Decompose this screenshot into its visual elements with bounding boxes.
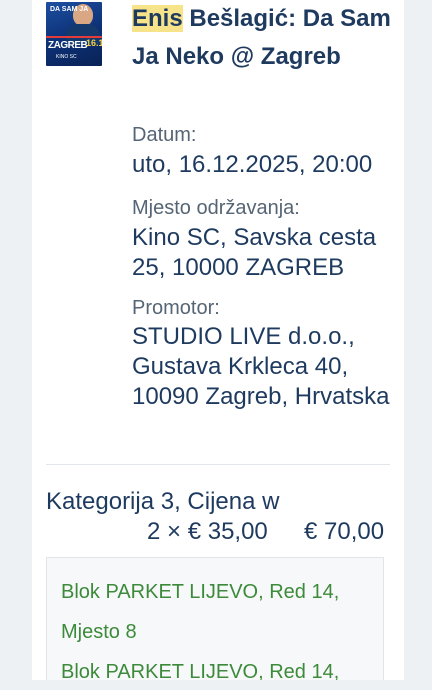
event-title-highlight: Enis bbox=[132, 5, 183, 32]
promoter-value: STUDIO LIVE d.o.o., Gustava Krkleca 40, … bbox=[132, 323, 390, 410]
ticket-category: Kategorija 3, Cijena w bbox=[46, 488, 280, 515]
ticket-quantity-price: 2 × € 35,00 bbox=[147, 518, 268, 545]
venue-value: Kino SC, Savska cesta 25, 10000 ZAGREB bbox=[132, 224, 377, 281]
ticket-total: € 70,00 bbox=[304, 518, 385, 545]
poster-top-text: DA SAM JA bbox=[50, 6, 89, 13]
poster-city: ZAGREB bbox=[48, 40, 88, 51]
date-label: Datum: bbox=[132, 124, 197, 146]
event-poster-image[interactable]: DA SAM JA ZAGREB 16.12 KINO SC bbox=[46, 2, 102, 66]
promoter-label: Promotor: bbox=[132, 297, 220, 319]
seat-list: Blok PARKET LIJEVO, Red 14, Mjesto 8 Blo… bbox=[46, 557, 384, 680]
section-divider bbox=[46, 464, 390, 465]
date-value: uto, 16.12.2025, 20:00 bbox=[132, 151, 373, 178]
poster-date: 16.12 bbox=[86, 38, 102, 48]
seat-item: Blok PARKET LIJEVO, Red 14, Mjesto 8 bbox=[61, 581, 340, 643]
poster-venue: KINO SC bbox=[56, 54, 77, 60]
venue-label: Mjesto održavanja: bbox=[132, 197, 300, 219]
seat-item: Blok PARKET LIJEVO, Red 14, bbox=[61, 661, 340, 680]
order-card: DA SAM JA ZAGREB 16.12 KINO SC Enis Bešl… bbox=[32, 0, 404, 680]
event-title[interactable]: Enis Bešlagić: Da Sam Ja Neko @ Zagreb bbox=[132, 0, 392, 76]
